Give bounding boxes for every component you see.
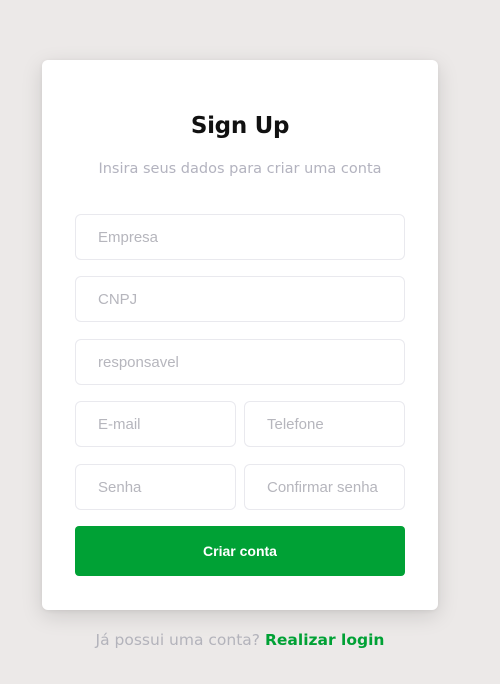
login-prompt: Já possui uma conta? Realizar login — [0, 631, 480, 649]
email-input[interactable] — [75, 401, 236, 447]
page-title: Sign Up — [190, 113, 290, 139]
password-input[interactable] — [75, 464, 236, 510]
cnpj-input[interactable] — [75, 276, 405, 322]
responsible-input[interactable] — [75, 339, 405, 385]
confirm-password-input[interactable] — [244, 464, 405, 510]
login-link[interactable]: Realizar login — [265, 631, 384, 649]
phone-input[interactable] — [244, 401, 405, 447]
page-subtitle: Insira seus dados para criar uma conta — [98, 161, 382, 177]
create-account-button[interactable]: Criar conta — [75, 526, 405, 576]
signup-card: Sign Up Insira seus dados para criar uma… — [42, 60, 438, 610]
company-input[interactable] — [75, 214, 405, 260]
login-prompt-text: Já possui uma conta? — [95, 631, 261, 649]
